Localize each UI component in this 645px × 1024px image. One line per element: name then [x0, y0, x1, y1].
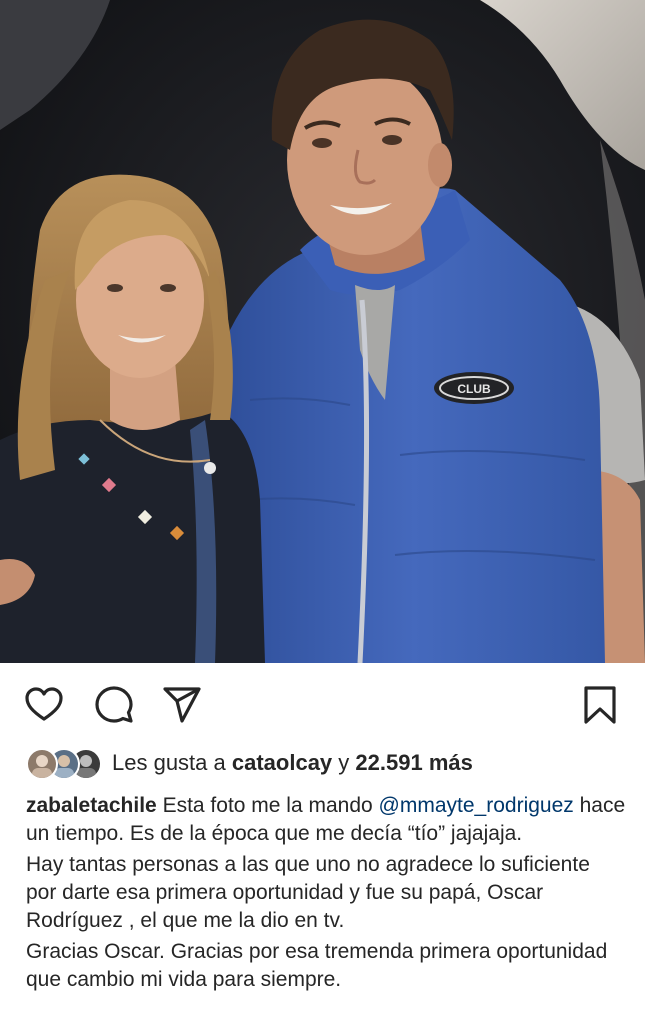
caption-paragraph-3: Gracias Oscar. Gracias por esa tremenda … [26, 940, 608, 991]
comment-button[interactable] [94, 685, 134, 725]
heart-outline-icon [25, 687, 63, 721]
liker-avatars [26, 748, 104, 780]
liker-username[interactable]: cataolcay [232, 750, 332, 775]
likes-prefix: Les gusta a [112, 750, 226, 775]
likes-text: Les gusta a cataolcay y 22.591 más [112, 748, 473, 778]
caption-paragraph-1: zabaletachile Esta foto me la mando @mma… [26, 792, 626, 848]
like-button[interactable] [24, 685, 64, 725]
likes-connector: y [338, 750, 350, 775]
avatar [26, 748, 58, 780]
caption-text-1: Esta foto me la mando [162, 794, 373, 817]
bookmark-outline-icon [584, 686, 616, 724]
post-action-bar [0, 663, 645, 745]
caption-paragraph-2: Hay tantas personas a las que uno no agr… [26, 853, 590, 932]
jacket-logo-text: CLUB [457, 382, 491, 396]
likes-count[interactable]: 22.591 más [355, 750, 472, 775]
likes-summary[interactable]: Les gusta a cataolcay y 22.591 más [26, 745, 626, 781]
save-button[interactable] [580, 685, 620, 725]
post-photo[interactable]: CLUB [0, 0, 645, 663]
caption-username[interactable]: zabaletachile [26, 794, 157, 817]
photo-illustration: CLUB [0, 0, 645, 663]
comment-bubble-icon [95, 686, 133, 723]
post-caption: zabaletachile Esta foto me la mando @mma… [26, 792, 626, 997]
paper-plane-icon [163, 687, 201, 723]
share-button[interactable] [162, 685, 202, 725]
caption-mention[interactable]: @mmayte_rodriguez [379, 794, 574, 817]
